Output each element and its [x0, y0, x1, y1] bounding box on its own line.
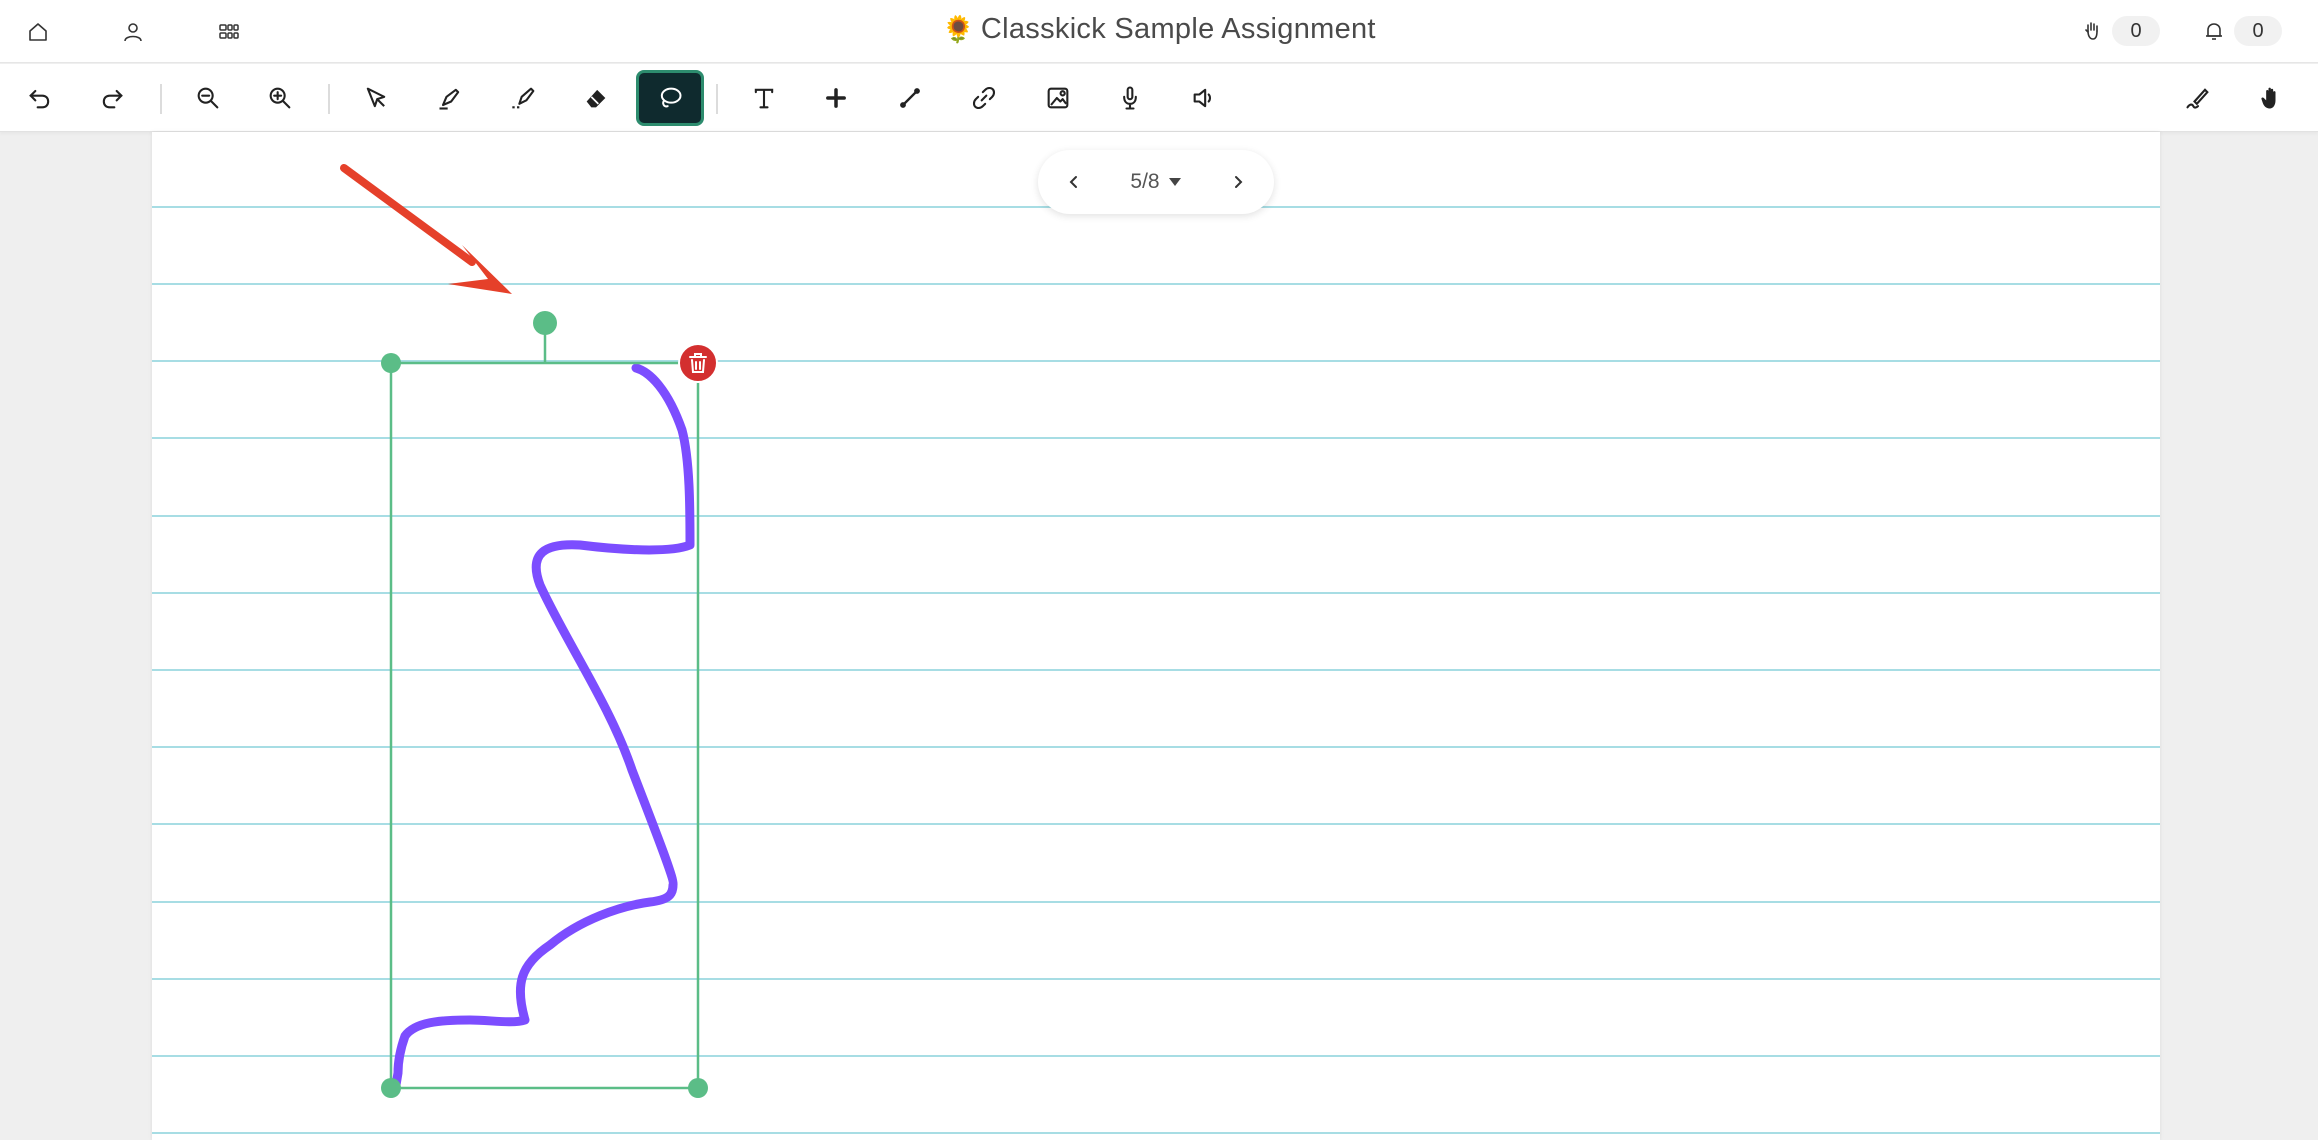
hand-raise-counter[interactable]: 0 — [2080, 14, 2160, 48]
pointer-icon — [366, 87, 386, 108]
microphone-icon — [1123, 86, 1137, 110]
text-icon — [754, 88, 774, 109]
notification-count: 0 — [2234, 16, 2282, 46]
play-audio-button[interactable] — [1176, 70, 1232, 126]
pointer-tool-button[interactable] — [348, 70, 404, 126]
toolbar-divider — [716, 84, 718, 114]
handwriting-pen-icon — [2186, 88, 2209, 109]
link-tool-button[interactable] — [956, 70, 1012, 126]
plus-icon — [826, 88, 846, 108]
record-audio-button[interactable] — [1102, 70, 1158, 126]
lasso-tool-button[interactable] — [636, 70, 704, 126]
chevron-left-icon — [1069, 176, 1077, 188]
page-indicator: 5/8 — [1130, 170, 1160, 193]
resize-handle-bottom-right[interactable] — [688, 1078, 708, 1098]
hand-raise-count: 0 — [2112, 16, 2160, 46]
hand-pan-tool-button[interactable] — [2244, 70, 2300, 126]
top-header: 🌻 Classkick Sample Assignment 0 0 — [0, 0, 2318, 63]
redo-button[interactable] — [84, 70, 140, 126]
drawing-toolbar — [0, 64, 2318, 132]
caret-down-icon — [1168, 178, 1181, 186]
lasso-icon — [660, 87, 682, 108]
highlighter-icon — [512, 87, 535, 109]
zoom-out-button[interactable] — [180, 70, 236, 126]
image-tool-button[interactable] — [1030, 70, 1086, 126]
text-tool-button[interactable] — [736, 70, 792, 126]
trash-icon — [689, 353, 707, 373]
notification-counter[interactable]: 0 — [2202, 14, 2282, 48]
ruled-line — [152, 283, 2160, 285]
rotate-handle[interactable] — [533, 311, 557, 335]
undo-button[interactable] — [12, 70, 68, 126]
ruled-line — [152, 360, 2160, 362]
add-content-button[interactable] — [808, 70, 864, 126]
pen-tool-button[interactable] — [422, 70, 478, 126]
eraser-icon — [586, 89, 606, 108]
speaker-icon — [1193, 88, 1212, 108]
assignment-title-text: Classkick Sample Assignment — [980, 13, 1376, 45]
redo-icon — [102, 89, 123, 109]
zoom-in-icon — [269, 87, 291, 109]
pen-settings-button[interactable] — [2170, 70, 2226, 126]
sunflower-emoji: 🌻 — [942, 15, 975, 45]
resize-handle-bottom-left[interactable] — [381, 1078, 401, 1098]
next-page-button[interactable] — [1220, 164, 1256, 200]
resize-handle-top-left[interactable] — [381, 353, 401, 373]
toolbar-divider — [328, 84, 330, 114]
delete-selection-button[interactable] — [678, 343, 718, 383]
assignment-title: 🌻 Classkick Sample Assignment — [0, 13, 2318, 46]
page-navigator: 5/8 — [1038, 150, 1274, 214]
hand-icon — [2261, 87, 2276, 109]
eraser-tool-button[interactable] — [568, 70, 624, 126]
line-icon — [900, 88, 920, 108]
ruled-line — [152, 1132, 2160, 1134]
previous-page-button[interactable] — [1056, 164, 1092, 200]
raise-hand-icon — [2085, 22, 2098, 40]
highlighter-tool-button[interactable] — [496, 70, 552, 126]
zoom-in-button[interactable] — [252, 70, 308, 126]
chevron-right-icon — [1234, 176, 1243, 188]
image-icon — [1047, 87, 1069, 109]
line-tool-button[interactable] — [882, 70, 938, 126]
undo-icon — [29, 89, 50, 109]
bell-icon — [2206, 23, 2222, 40]
pen-icon — [439, 88, 460, 110]
lasso-selection-box[interactable] — [389, 323, 700, 1090]
zoom-out-icon — [197, 87, 219, 109]
link-icon — [972, 86, 996, 110]
page-selector[interactable]: 5/8 — [1130, 170, 1181, 194]
toolbar-divider — [160, 84, 162, 114]
